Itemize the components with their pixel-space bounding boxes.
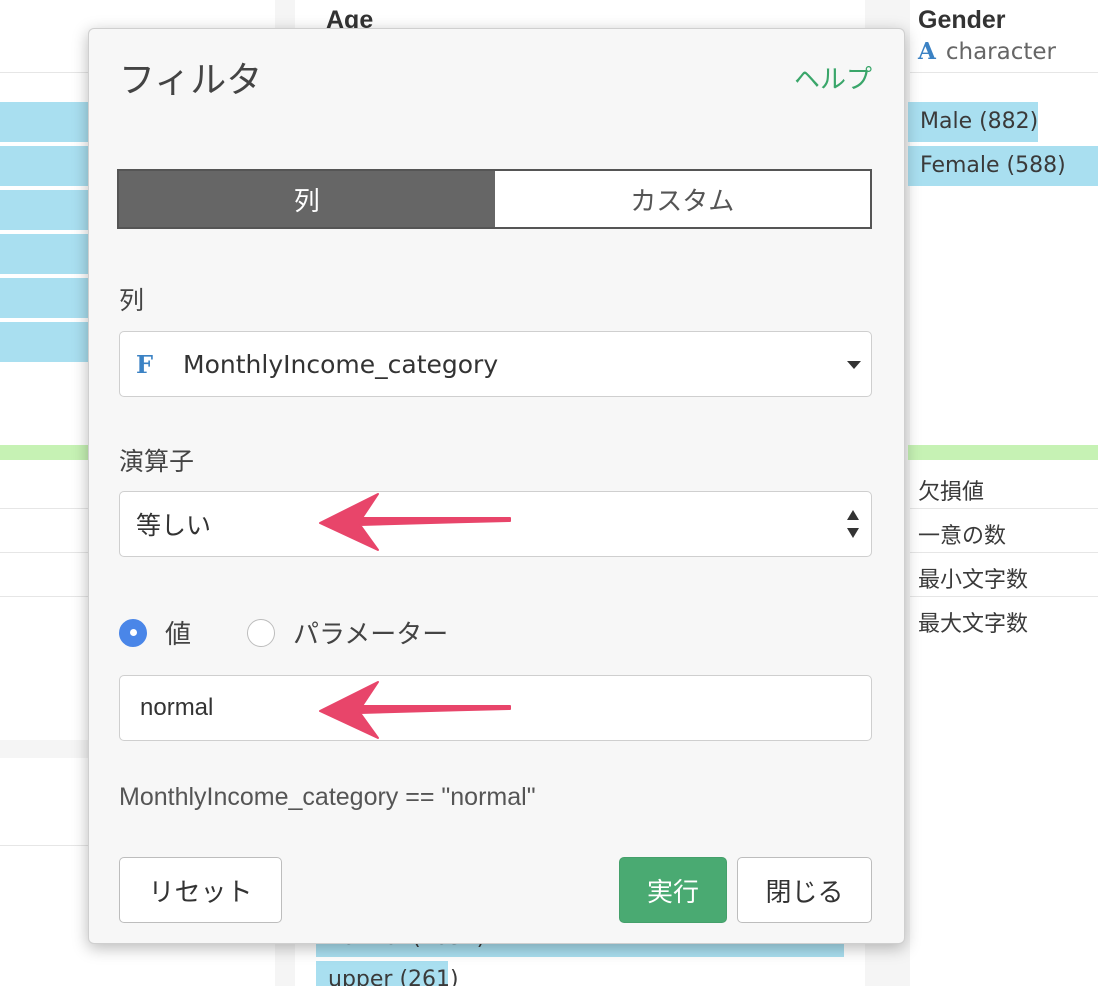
help-link[interactable]: ヘルプ [794,59,872,96]
annotation-arrow-icon [319,493,511,551]
histogram-bar[interactable] [0,234,90,274]
radio-parameter[interactable] [247,618,276,647]
row-divider [0,596,90,597]
value-input-text: normal [140,694,214,721]
row-divider [0,508,90,509]
row-divider [0,845,90,846]
up-down-icon [847,510,861,538]
factor-type-icon: F [136,349,154,379]
stat-min-length-label: 最小文字数 [918,568,1029,593]
value-label-upper: upper (261) [328,967,459,986]
column-header-gender[interactable]: Gender [918,6,1006,35]
run-button[interactable]: 実行 [619,857,727,923]
reset-button[interactable]: リセット [119,857,282,923]
close-button[interactable]: 閉じる [737,857,872,923]
column-select[interactable]: F MonthlyIncome_category [119,331,872,397]
operator-label: 演算子 [119,447,195,476]
value-label-female: Female (588) [920,153,1066,178]
annotation-arrow-icon [319,681,511,739]
radio-parameter-label[interactable]: パラメーター [293,614,448,651]
dialog-title: フィルタ [119,60,263,101]
filter-mode-toggle: 列 カスタム [117,169,872,229]
tab-column[interactable]: 列 [119,171,495,227]
value-type-radio-group: 値 パラメーター [119,614,448,651]
stat-max-length-label: 最大文字数 [918,612,1029,637]
radio-value[interactable] [119,618,147,647]
character-type-icon: A [918,38,936,65]
missing-value-strip [908,445,1098,460]
header-divider [910,72,1098,73]
chevron-down-icon [847,361,861,369]
column-label: 列 [119,286,145,315]
histogram-bar[interactable] [0,322,90,362]
column-type-gender: A character [918,38,1056,65]
tab-custom[interactable]: カスタム [494,171,870,227]
lower-body-gender [910,758,1098,986]
missing-value-strip [0,445,90,460]
histogram-bar[interactable] [0,190,90,230]
histogram-bar[interactable] [0,278,90,318]
operator-select-value: 等しい [136,511,212,540]
row-divider [910,552,1098,553]
column-type-label: character [945,38,1056,65]
row-divider [910,508,1098,509]
row-divider [910,596,1098,597]
histogram-bar[interactable] [0,146,90,186]
radio-value-label[interactable]: 値 [165,614,191,651]
histogram-bar[interactable] [0,102,90,142]
column-select-value: MonthlyIncome_category [183,349,499,379]
row-divider [0,552,90,553]
stat-missing-label: 欠損値 [918,480,985,505]
stat-unique-label: 一意の数 [918,524,1007,549]
filter-expression-preview: MonthlyIncome_category == "normal" [119,783,536,811]
value-label-male: Male (882) [920,109,1039,134]
